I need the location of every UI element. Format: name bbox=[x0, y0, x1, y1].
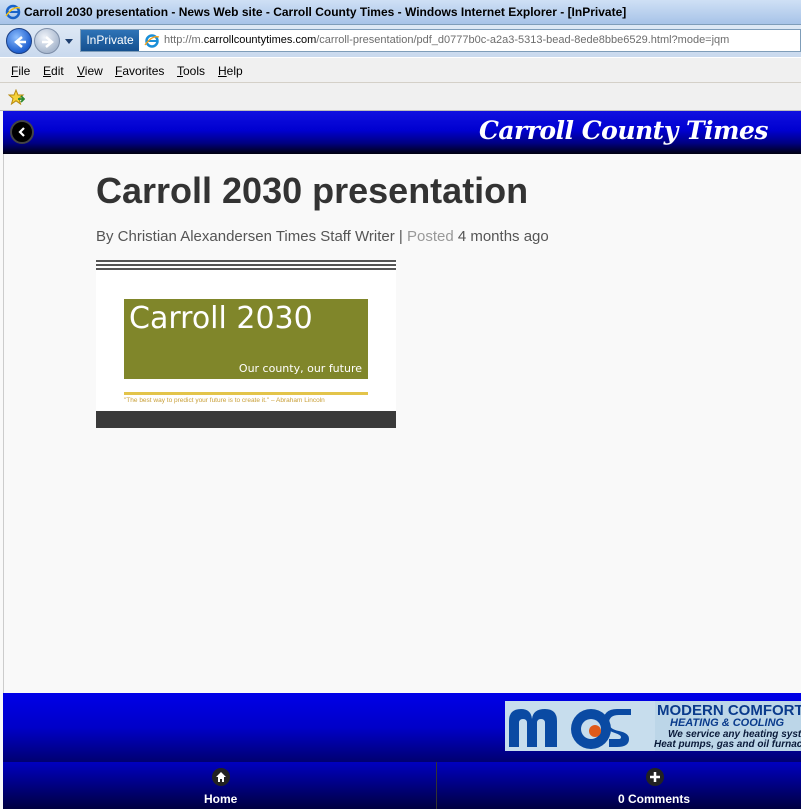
menu-view[interactable]: View bbox=[77, 64, 103, 78]
byline-age: 4 months ago bbox=[453, 228, 549, 245]
favorites-bar bbox=[0, 83, 801, 111]
arrow-right-icon bbox=[42, 36, 54, 48]
menu-bar: File Edit View Favorites Tools Help bbox=[0, 57, 801, 83]
address-row: InPrivate http://m.carrollcountytimes.co… bbox=[0, 25, 801, 57]
menu-file[interactable]: File bbox=[11, 64, 30, 78]
image-bottom-bar bbox=[96, 411, 396, 428]
menu-edit-label: dit bbox=[51, 64, 64, 78]
inprivate-badge[interactable]: InPrivate bbox=[81, 30, 139, 51]
image-subtitle: Our county, our future bbox=[238, 362, 362, 375]
article-byline: By Christian Alexandersen Times Staff Wr… bbox=[96, 228, 549, 245]
url-path: /carroll-presentation/pdf_d0777b0c-a2a3-… bbox=[316, 34, 730, 46]
site-header: Carroll County Times bbox=[3, 111, 801, 154]
address-bar[interactable]: InPrivate http://m.carrollcountytimes.co… bbox=[80, 29, 801, 52]
menu-favorites-label: avorites bbox=[122, 64, 165, 78]
image-quote: "The best way to predict your future is … bbox=[124, 397, 325, 404]
forward-button[interactable] bbox=[34, 28, 60, 54]
arrow-left-icon bbox=[14, 36, 26, 48]
window-titlebar: Carroll 2030 presentation - News Web sit… bbox=[0, 0, 801, 25]
plus-glyph bbox=[650, 772, 660, 782]
menu-edit[interactable]: Edit bbox=[43, 64, 64, 78]
ad-footer: MODERN COMFORT HEATING & COOLING We serv… bbox=[3, 693, 801, 762]
url-domain: carrollcountytimes.com bbox=[203, 34, 317, 46]
byline-separator: | bbox=[394, 228, 407, 245]
mcs-logo-icon bbox=[505, 701, 655, 751]
ie-logo-icon bbox=[5, 4, 21, 20]
recent-pages-dropdown-icon[interactable] bbox=[63, 35, 75, 47]
site-logo[interactable]: Carroll County Times bbox=[479, 116, 769, 145]
menu-favorites[interactable]: Favorites bbox=[115, 64, 164, 78]
back-button[interactable] bbox=[6, 28, 32, 54]
ad-line-2: Heat pumps, gas and oil furnaces. bbox=[654, 739, 801, 750]
comments-nav-button[interactable]: 0 Comments bbox=[437, 762, 801, 809]
article-image[interactable]: Carroll 2030 Our county, our future "The… bbox=[96, 260, 396, 428]
window-title: Carroll 2030 presentation - News Web sit… bbox=[24, 5, 627, 19]
image-title-panel: Carroll 2030 Our county, our future bbox=[124, 299, 368, 379]
article-content: Carroll 2030 presentation By Christian A… bbox=[3, 154, 801, 693]
menu-view-label: iew bbox=[84, 64, 103, 78]
comments-label: 0 Comments bbox=[618, 792, 691, 806]
menu-file-label: ile bbox=[18, 64, 31, 78]
url-prefix: http://m. bbox=[164, 34, 204, 46]
menu-tools-label: ools bbox=[183, 64, 206, 78]
chevron-left-icon bbox=[18, 127, 25, 137]
image-top-stripes bbox=[96, 260, 396, 270]
plus-icon bbox=[646, 768, 664, 786]
page-ie-icon bbox=[144, 34, 160, 48]
advertisement-banner[interactable]: MODERN COMFORT HEATING & COOLING We serv… bbox=[505, 701, 801, 751]
add-favorites-star-icon[interactable] bbox=[8, 89, 25, 105]
menu-tools[interactable]: Tools bbox=[177, 64, 205, 78]
image-rule bbox=[124, 392, 368, 395]
byline-author: By Christian Alexandersen Times Staff Wr… bbox=[96, 228, 395, 245]
home-nav-button[interactable]: Home bbox=[3, 762, 437, 809]
menu-help[interactable]: Help bbox=[218, 64, 243, 78]
header-back-button[interactable] bbox=[10, 120, 34, 144]
url-text[interactable]: http://m.carrollcountytimes.com/carroll-… bbox=[164, 34, 729, 46]
ad-subtitle: HEATING & COOLING bbox=[670, 717, 785, 729]
menu-help-accel: H bbox=[218, 64, 227, 78]
article-headline: Carroll 2030 presentation bbox=[96, 170, 529, 211]
home-label: Home bbox=[204, 792, 238, 806]
home-icon bbox=[212, 768, 230, 786]
bottom-nav: Home 0 Comments bbox=[3, 762, 801, 809]
image-title: Carroll 2030 bbox=[129, 301, 313, 336]
menu-view-accel: V bbox=[77, 64, 85, 78]
home-glyph bbox=[216, 772, 226, 782]
byline-posted-label: Posted bbox=[406, 228, 454, 245]
menu-edit-accel: E bbox=[43, 64, 52, 78]
menu-help-label: elp bbox=[226, 64, 243, 78]
